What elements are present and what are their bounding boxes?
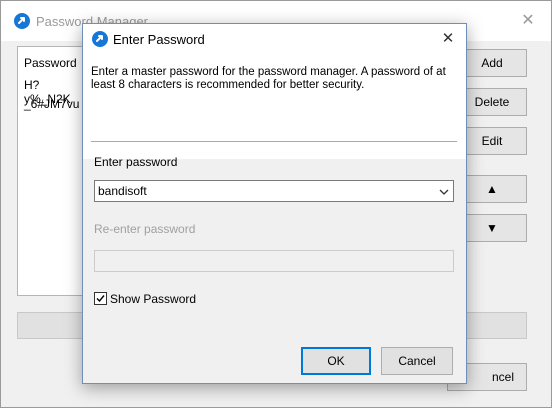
reenter-password-field (94, 250, 454, 272)
ok-button[interactable]: OK (301, 347, 371, 375)
password-value: bandisoft (98, 184, 147, 198)
password-list[interactable]: Password H?y%_N2K _6#JM7vu (17, 46, 87, 296)
checkmark-icon (96, 295, 105, 303)
description-panel: Enter a master password for the password… (83, 54, 466, 159)
dialog-description: Enter a master password for the password… (91, 66, 446, 91)
bg-close-icon[interactable]: ✕ (513, 9, 543, 33)
reenter-password-label: Re-enter password (94, 222, 196, 236)
enter-password-dialog: Enter Password ✕ Enter a master password… (82, 23, 467, 384)
enter-password-label: Enter password (94, 155, 178, 169)
password-combo-input[interactable]: bandisoft (94, 180, 454, 202)
app-logo-icon (92, 31, 108, 47)
dialog-title-bar: Enter Password ✕ (83, 24, 466, 54)
close-icon[interactable]: ✕ (435, 28, 461, 50)
show-password-checkbox[interactable] (94, 292, 107, 305)
app-logo-icon (14, 13, 30, 29)
chevron-down-icon[interactable] (439, 186, 449, 200)
cancel-button[interactable]: Cancel (381, 347, 453, 375)
show-password-label[interactable]: Show Password (110, 292, 196, 306)
list-header: Password (24, 56, 77, 70)
list-item[interactable]: _6#JM7vu (24, 97, 79, 111)
separator (91, 141, 457, 142)
dialog-title: Enter Password (113, 32, 205, 47)
